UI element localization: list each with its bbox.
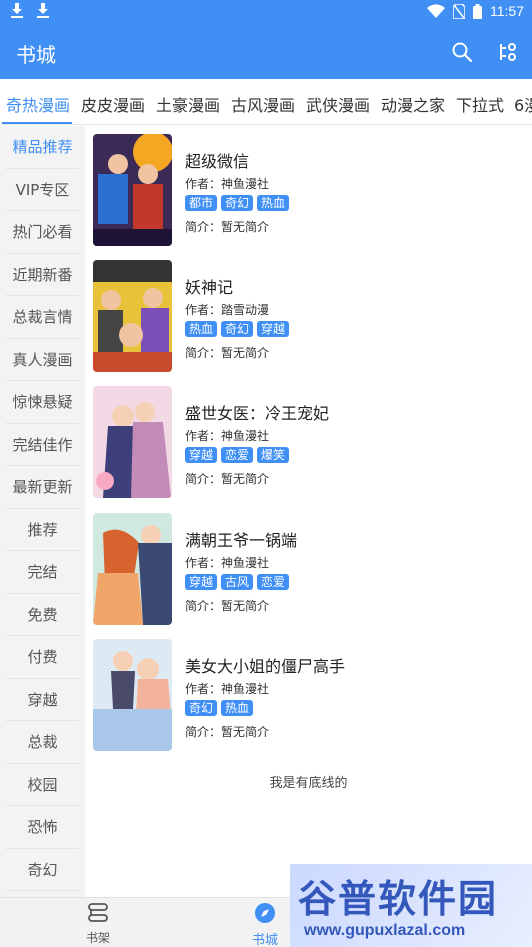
tag: 穿越 [185,574,218,590]
book-list: 超级微信 作者：神鱼漫社 都市 奇幻 热血 简介：暂无简介 妖神记 作者：踏雪动… [85,126,532,897]
book-cover [93,386,172,498]
book-intro: 简介：暂无简介 [185,346,270,360]
book-author: 作者：神鱼漫社 [185,682,270,696]
book-cover [93,260,172,372]
tab-dongman[interactable]: 动漫之家 [381,92,445,116]
list-item[interactable]: 美女大小姐的僵尸高手 作者：神鱼漫社 奇幻 热血 简介：暂无简介 [93,639,523,751]
status-bar: 11:57 [0,0,532,25]
sidebar-item-fantasy[interactable]: 奇幻 [6,849,79,891]
download-icon [37,3,49,18]
book-cover [93,639,172,751]
book-tags: 都市 奇幻 热血 [185,195,290,211]
watermark: 谷普软件园 www.gupuxlazal.com [290,864,532,947]
sidebar-item-free[interactable]: 免费 [6,594,79,636]
sidebar: 精品推荐 VIP专区 热门必看 近期新番 总裁言情 真人漫画 惊悚悬疑 完结佳作… [0,126,85,897]
sidebar-item-featured[interactable]: 精品推荐 [6,126,79,169]
sidebar-item-ceo[interactable]: 总裁 [6,721,79,764]
tag: 都市 [185,195,218,211]
list-item[interactable]: 妖神记 作者：踏雪动漫 热血 奇幻 穿越 简介：暂无简介 [93,260,523,372]
tab-xialashi[interactable]: 下拉式 [456,92,504,116]
share-icon[interactable] [497,40,521,64]
sidebar-item-campus[interactable]: 校园 [6,764,79,806]
sidebar-item-horror[interactable]: 恐怖 [6,806,79,849]
sidebar-item-live-action[interactable]: 真人漫画 [6,339,79,381]
tag: 古风 [221,574,254,590]
end-of-list-note: 我是有底线的 [269,776,348,791]
book-author: 作者：踏雪动漫 [185,303,270,317]
book-title: 超级微信 [185,152,250,171]
book-intro: 简介：暂无简介 [185,220,270,234]
battery-icon [473,3,482,19]
book-tags: 穿越 恋爱 爆笑 [185,447,290,463]
tab-qire[interactable]: 奇热漫画 [6,92,70,116]
sidebar-item-hot[interactable]: 热门必看 [6,211,79,254]
book-title: 盛世女医：冷王宠妃 [185,404,330,423]
tag: 热血 [221,700,254,716]
tag: 热血 [185,321,218,337]
list-item[interactable]: 超级微信 作者：神鱼漫社 都市 奇幻 热血 简介：暂无简介 [93,134,523,246]
book-tags: 穿越 古风 恋爱 [185,574,290,590]
watermark-title: 谷普软件园 [298,877,499,921]
sidebar-item-thriller[interactable]: 惊悚悬疑 [6,381,79,424]
book-cover [93,134,172,246]
sidebar-item-completed-best[interactable]: 完结佳作 [6,424,79,466]
nav-bookshelf[interactable]: 书架 [68,902,128,946]
book-author: 作者：神鱼漫社 [185,429,270,443]
nav-bookstore-label: 书城 [251,933,278,947]
list-item[interactable]: 满朝王爷一锅端 作者：神鱼漫社 穿越 古风 恋爱 简介：暂无简介 [93,513,523,625]
status-notifications [10,3,50,19]
page-title: 书城 [16,43,56,67]
book-tags: 奇幻 热血 [185,700,254,716]
sidebar-item-recommend[interactable]: 推荐 [6,509,79,551]
app-bar: 书城 [0,25,532,79]
book-tags: 热血 奇幻 穿越 [185,321,290,337]
tab-pipi[interactable]: 皮皮漫画 [81,92,145,116]
sidebar-item-ceo-romance[interactable]: 总裁言情 [6,296,79,339]
bookshelf-icon [88,903,108,922]
nav-bookstore[interactable]: 书城 [235,902,295,947]
nav-bookshelf-label: 书架 [85,931,110,945]
tag: 恋爱 [221,447,254,463]
book-author: 作者：神鱼漫社 [185,556,270,570]
book-title: 美女大小姐的僵尸高手 [185,657,346,676]
tag: 热血 [257,195,290,211]
sidebar-item-completed[interactable]: 完结 [6,551,79,594]
sidebar-item-vip[interactable]: VIP专区 [6,169,79,211]
active-tab-indicator [2,122,72,124]
sidebar-item-paid[interactable]: 付费 [6,636,79,679]
wifi-icon [427,4,445,18]
book-intro: 简介：暂无简介 [185,725,270,739]
sidebar-item-time-travel[interactable]: 穿越 [6,679,79,721]
tab-gufeng[interactable]: 古风漫画 [231,92,295,116]
download-icon [11,3,23,18]
watermark-url: www.gupuxlazal.com [304,922,466,939]
tab-6man[interactable]: 6漫 [514,92,532,116]
tag: 爆笑 [257,447,290,463]
book-author: 作者：神鱼漫社 [185,177,270,191]
tag: 奇幻 [221,195,254,211]
sidebar-item-new-season[interactable]: 近期新番 [6,254,79,296]
tab-tuhao[interactable]: 土豪漫画 [156,92,220,116]
tag: 奇幻 [221,321,254,337]
compass-icon [255,903,275,923]
book-cover [93,513,172,625]
book-intro: 简介：暂无简介 [185,599,270,613]
sidebar-item-latest[interactable]: 最新更新 [6,466,79,509]
book-title: 满朝王爷一锅端 [185,531,298,550]
tag: 奇幻 [185,700,218,716]
tag: 穿越 [185,447,218,463]
list-item[interactable]: 盛世女医：冷王宠妃 作者：神鱼漫社 穿越 恋爱 爆笑 简介：暂无简介 [93,386,523,498]
book-intro: 简介：暂无简介 [185,472,270,486]
search-icon[interactable] [450,40,474,64]
tab-wuxia[interactable]: 武侠漫画 [306,92,370,116]
tag: 恋爱 [257,574,290,590]
status-time: 11:57 [490,3,524,19]
no-sim-icon [453,3,465,19]
tag: 穿越 [257,321,290,337]
category-tabs: 奇热漫画 皮皮漫画 土豪漫画 古风漫画 武侠漫画 动漫之家 下拉式 6漫 [0,79,532,125]
book-title: 妖神记 [185,278,234,297]
